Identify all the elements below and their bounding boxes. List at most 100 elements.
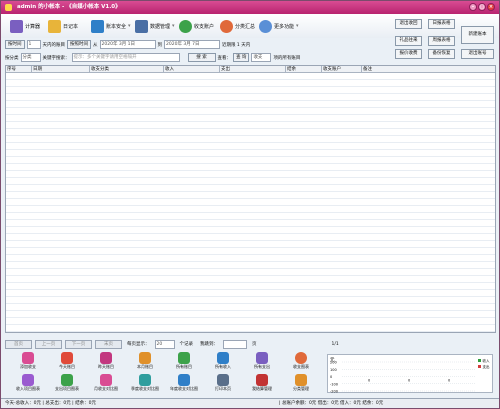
- expense-chart-icon: [61, 374, 73, 386]
- per-page-input[interactable]: 20: [154, 339, 175, 349]
- prev-page-button[interactable]: 上一页: [35, 339, 62, 349]
- per-page-label: 每页显示：: [127, 342, 150, 347]
- wallet-icon: [179, 19, 192, 33]
- time-range-button[interactable]: 按照时间: [67, 40, 91, 49]
- new-account-button[interactable]: 新建账本: [461, 26, 494, 44]
- printer-icon: [217, 374, 229, 386]
- globe-icon: [259, 19, 272, 33]
- col-category[interactable]: 收支分类: [90, 66, 164, 73]
- col-expense[interactable]: 支出: [220, 66, 286, 73]
- maximize-button[interactable]: □: [478, 3, 486, 11]
- calendar-month-icon: [139, 352, 151, 364]
- col-balance[interactable]: 结余: [286, 66, 322, 73]
- chart-ytick: 200: [330, 361, 337, 365]
- col-index[interactable]: 序号: [6, 66, 32, 73]
- classify-filter-label: 按分类: [5, 55, 19, 61]
- chart-data-label: 0: [448, 379, 450, 383]
- monthly-compare-button[interactable]: 月收支对比图: [89, 374, 123, 394]
- last-page-button[interactable]: 末页: [95, 339, 122, 349]
- days-input[interactable]: 1: [26, 40, 41, 49]
- classify-summary-button[interactable]: 分类汇总: [220, 19, 255, 33]
- by-date-button[interactable]: 按时间: [5, 40, 25, 49]
- category-management-button[interactable]: 分类管理: [284, 374, 318, 394]
- month-records-button[interactable]: 本月账目: [128, 352, 162, 372]
- today-records-label: 今天账目: [59, 364, 75, 369]
- my-accounts-button[interactable]: 收支账户: [179, 19, 214, 33]
- keyword-input[interactable]: 提示：多个关键字请用空格隔开: [71, 53, 180, 62]
- pie-chart-button[interactable]: 收支图表: [284, 352, 318, 372]
- all-records-button[interactable]: 所有账目: [167, 352, 201, 372]
- query-button[interactable]: 查 询: [233, 53, 250, 62]
- dropdown-arrow-icon: ▾: [128, 23, 131, 29]
- backup-button[interactable]: 备份恢复: [428, 49, 455, 59]
- all-income-button[interactable]: 所有收入: [206, 352, 240, 372]
- jump-page-select[interactable]: [223, 339, 247, 349]
- col-income[interactable]: 收入: [164, 66, 220, 73]
- fee-stats-button[interactable]: 报价收费: [395, 49, 422, 59]
- print-page-label: 打印本页: [215, 386, 231, 391]
- all-income-label: 所有收入: [215, 364, 231, 369]
- account-safe-label: 账本安全: [106, 23, 127, 30]
- income-items-chart-label: 收入项目图表: [16, 386, 40, 391]
- from-label: 从: [93, 42, 98, 48]
- status-bar: 今天-总收入：0元 | 总支出：0元 | 结余：0元 | 总账户余额：0元 借出…: [1, 398, 499, 408]
- chart-ytick: 0: [330, 375, 332, 379]
- chart-ytick: -200: [330, 390, 338, 394]
- window-title: admin 的小帐本 - 《自媒小帐本 V1.0》: [17, 4, 121, 10]
- yesterday-records-label: 昨天账目: [98, 364, 114, 369]
- app-icon: [5, 4, 12, 11]
- dropdown-arrow-icon: ▾: [172, 23, 175, 29]
- bar-chart-icon: [178, 374, 190, 386]
- data-management-button[interactable]: 数据管理 ▾: [135, 19, 175, 33]
- from-date-input[interactable]: 2020年 3月 1日: [99, 40, 156, 49]
- col-account[interactable]: 收支账户: [322, 66, 362, 73]
- print-page-button[interactable]: 打印本页: [206, 374, 240, 394]
- lock-icon: [91, 19, 104, 33]
- day-report-button[interactable]: 日报表格: [428, 19, 455, 29]
- records-table[interactable]: 序号 日期 收支分类 收入 支出 结余 收支账户 备注: [5, 65, 496, 333]
- calculator-icon: [10, 19, 23, 33]
- classify-select[interactable]: 分类: [20, 53, 41, 62]
- yearly-compare-label: 年度收支对比图: [170, 386, 198, 391]
- view-suffix-label: 项的所有账目: [273, 55, 301, 61]
- calculator-button[interactable]: 计算器: [10, 19, 40, 33]
- income-items-chart-button[interactable]: 收入项目图表: [11, 374, 45, 394]
- first-page-button[interactable]: 首页: [5, 339, 32, 349]
- close-button[interactable]: ×: [487, 3, 495, 11]
- yesterday-records-button[interactable]: 昨天账目: [89, 352, 123, 372]
- page-info: 1/1: [331, 341, 339, 347]
- next-page-button[interactable]: 下一页: [65, 339, 92, 349]
- page-unit-label: 页: [252, 342, 257, 347]
- expense-items-chart-button[interactable]: 支出项目图表: [50, 374, 84, 394]
- receive-goods-button[interactable]: 礼品往来: [395, 36, 422, 46]
- pie-chart-icon: [295, 352, 307, 364]
- notes-button[interactable]: 日记本: [48, 19, 78, 33]
- more-functions-label: 更多功能: [274, 23, 295, 30]
- to-date-input[interactable]: 2020年 3月 7日: [164, 40, 220, 49]
- quarterly-compare-button[interactable]: 季度收支对比图: [128, 374, 162, 394]
- chart-ytick: 100: [330, 368, 337, 372]
- view-label: 查看：: [217, 55, 232, 61]
- settlement-button[interactable]: 我结算管理: [245, 374, 279, 394]
- minimize-button[interactable]: –: [469, 3, 477, 11]
- chart-data-label: 0: [368, 379, 370, 383]
- week-report-button[interactable]: 周报表格: [428, 36, 455, 46]
- col-date[interactable]: 日期: [32, 66, 90, 73]
- mark-recycle-button[interactable]: 退出收回: [395, 19, 422, 29]
- view-select[interactable]: 收支: [251, 53, 272, 62]
- search-button[interactable]: 搜 索: [187, 53, 216, 62]
- my-accounts-label: 收支账户: [194, 23, 215, 30]
- today-records-button[interactable]: 今天账目: [50, 352, 84, 372]
- summary-chart: 元 200 100 0 -100 -200 000 收入 支出: [327, 354, 493, 394]
- monthly-compare-label: 月收支对比图: [94, 386, 118, 391]
- col-remark[interactable]: 备注: [362, 66, 495, 73]
- lock-button[interactable]: 退出账号: [461, 49, 494, 59]
- more-functions-button[interactable]: 更多功能 ▾: [259, 19, 299, 33]
- legend-swatch: [478, 365, 481, 368]
- yearly-compare-button[interactable]: 年度收支对比图: [167, 374, 201, 394]
- add-record-label: 添加收支: [20, 364, 36, 369]
- all-expense-button[interactable]: 所有支出: [245, 352, 279, 372]
- account-safe-button[interactable]: 账本安全 ▾: [91, 19, 131, 33]
- add-record-button[interactable]: 添加收支: [11, 352, 45, 372]
- jump-label: 我跳到：: [200, 342, 218, 347]
